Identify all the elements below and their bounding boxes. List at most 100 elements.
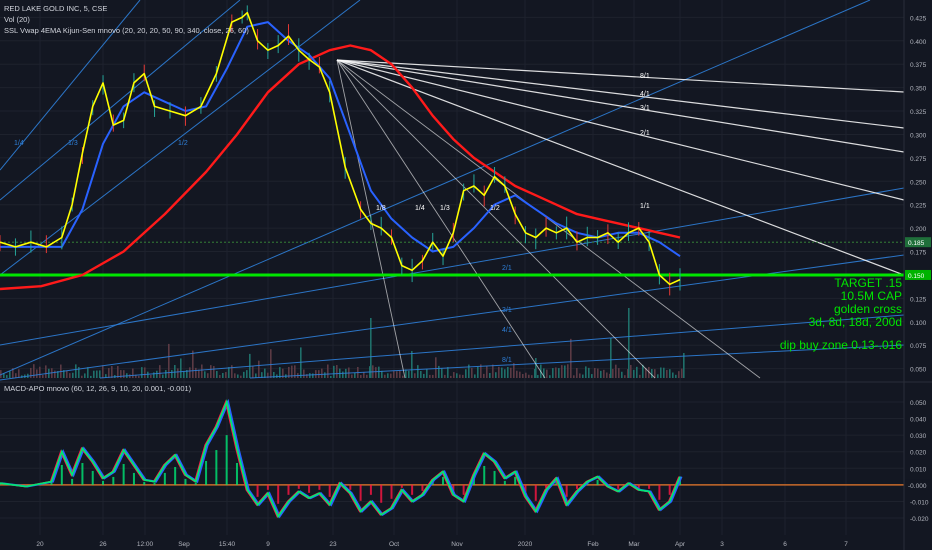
macd-tick-label: -0.010 [910,499,929,506]
fan-label: 1/2 [490,205,500,212]
volume-bar [342,371,344,378]
gann-label: 3/1 [502,307,512,314]
volume-bar [363,372,365,378]
macd-histogram-bar [194,482,197,485]
volume-bar [9,371,11,378]
volume-bar [579,373,581,378]
macd-tick-label: 0.020 [910,450,927,457]
volume-bar [42,375,44,378]
volume-bar [246,370,248,378]
price-tick-label: 0.350 [910,86,927,93]
price-tick-label: 0.125 [910,296,927,303]
volume-bar [144,367,146,378]
volume-bar [477,366,479,378]
volume-bar [564,365,566,378]
fan-label: 1/4 [415,205,425,212]
gann-label: 1/3 [68,140,78,147]
price-tick-label: 0.050 [910,367,927,374]
volume-bar [408,370,410,378]
macd-tick-label: -0.020 [910,516,929,523]
volume-legend: Vol (20) [4,15,30,24]
volume-bar [177,368,179,378]
volume-bar [610,338,612,378]
volume-bar [549,375,551,378]
macd-histogram-bar [143,481,146,485]
volume-bar [87,367,89,378]
annotation-dip: dip buy zone 0.13-.016 [779,338,902,352]
volume-bar [33,364,35,378]
volume-bar [225,372,227,378]
volume-bar [99,370,101,378]
volume-bar [132,368,134,378]
volume-bar [507,366,509,378]
macd-histogram-bar [493,470,496,485]
volume-bar [204,371,206,378]
volume-bar [528,374,530,378]
volume-bar [303,369,305,378]
annotation-target: TARGET .15 [834,276,902,290]
price-tick-label: 0.275 [910,156,927,163]
price-tick-label: 0.300 [910,132,927,139]
volume-bar [663,367,665,378]
volume-bar [453,372,455,378]
volume-bar [489,373,491,378]
macd-histogram-bar [380,484,383,503]
macd-histogram-bar [153,482,156,485]
volume-bar [683,353,685,378]
volume-bar [312,373,314,378]
volume-bar [639,374,641,378]
volume-bar [183,371,185,378]
volume-bar [309,373,311,378]
volume-bar [201,364,203,378]
volume-bar [330,375,332,378]
price-tick-label: 0.375 [910,62,927,69]
annotation-cross: golden cross [833,302,902,316]
macd-histogram-bar [81,462,84,485]
volume-bar [474,374,476,378]
macd-histogram-bar [256,484,259,497]
volume-bar [243,371,245,378]
price-tick-label: 0.425 [910,15,927,22]
volume-bar [633,369,635,378]
volume-bar [516,370,518,378]
volume-bar [615,364,617,378]
volume-bar [258,360,260,378]
volume-bar [189,367,191,378]
volume-bar [525,372,527,378]
volume-bar [174,365,176,378]
volume-bar [381,370,383,378]
time-tick-label: 23 [329,541,337,548]
price-tick-label: 0.225 [910,203,927,210]
indicator-legend: SSL Vwap 4EMA Kijun-Sen mnovo (20, 20, 2… [4,26,249,35]
volume-bar [462,374,464,378]
macd-tick-label: 0.010 [910,466,927,473]
chart-canvas[interactable]: 0.425 0.400 0.375 0.350 0.325 0.300 0.275 0.250… [0,0,932,550]
volume-bar [153,372,155,378]
volume-bar [429,374,431,378]
price-tick-label: 0.175 [910,250,927,257]
macd-histogram-bar [71,478,74,485]
volume-bar [492,364,494,378]
fan-label: 1/3 [440,205,450,212]
volume-bar [81,375,83,378]
volume-bar [570,338,572,378]
gann-label: 4/1 [502,327,512,334]
macd-histogram-bar [184,478,187,485]
volume-bar [138,375,140,378]
volume-bar [618,368,620,378]
volume-bar [315,370,317,378]
volume-bar [396,371,398,378]
volume-bar [612,368,614,378]
macd-histogram-bar [132,472,135,485]
volume-bar [141,367,143,378]
volume-bar [54,370,56,378]
volume-bar [459,374,461,378]
volume-bar [195,367,197,378]
volume-bar [432,374,434,378]
volume-bar [321,368,323,378]
volume-bar [219,374,221,378]
macd-tick-label: 0.050 [910,400,927,407]
volume-bar [600,370,602,378]
volume-bar [234,373,236,378]
time-tick-label: 15:40 [219,541,236,548]
